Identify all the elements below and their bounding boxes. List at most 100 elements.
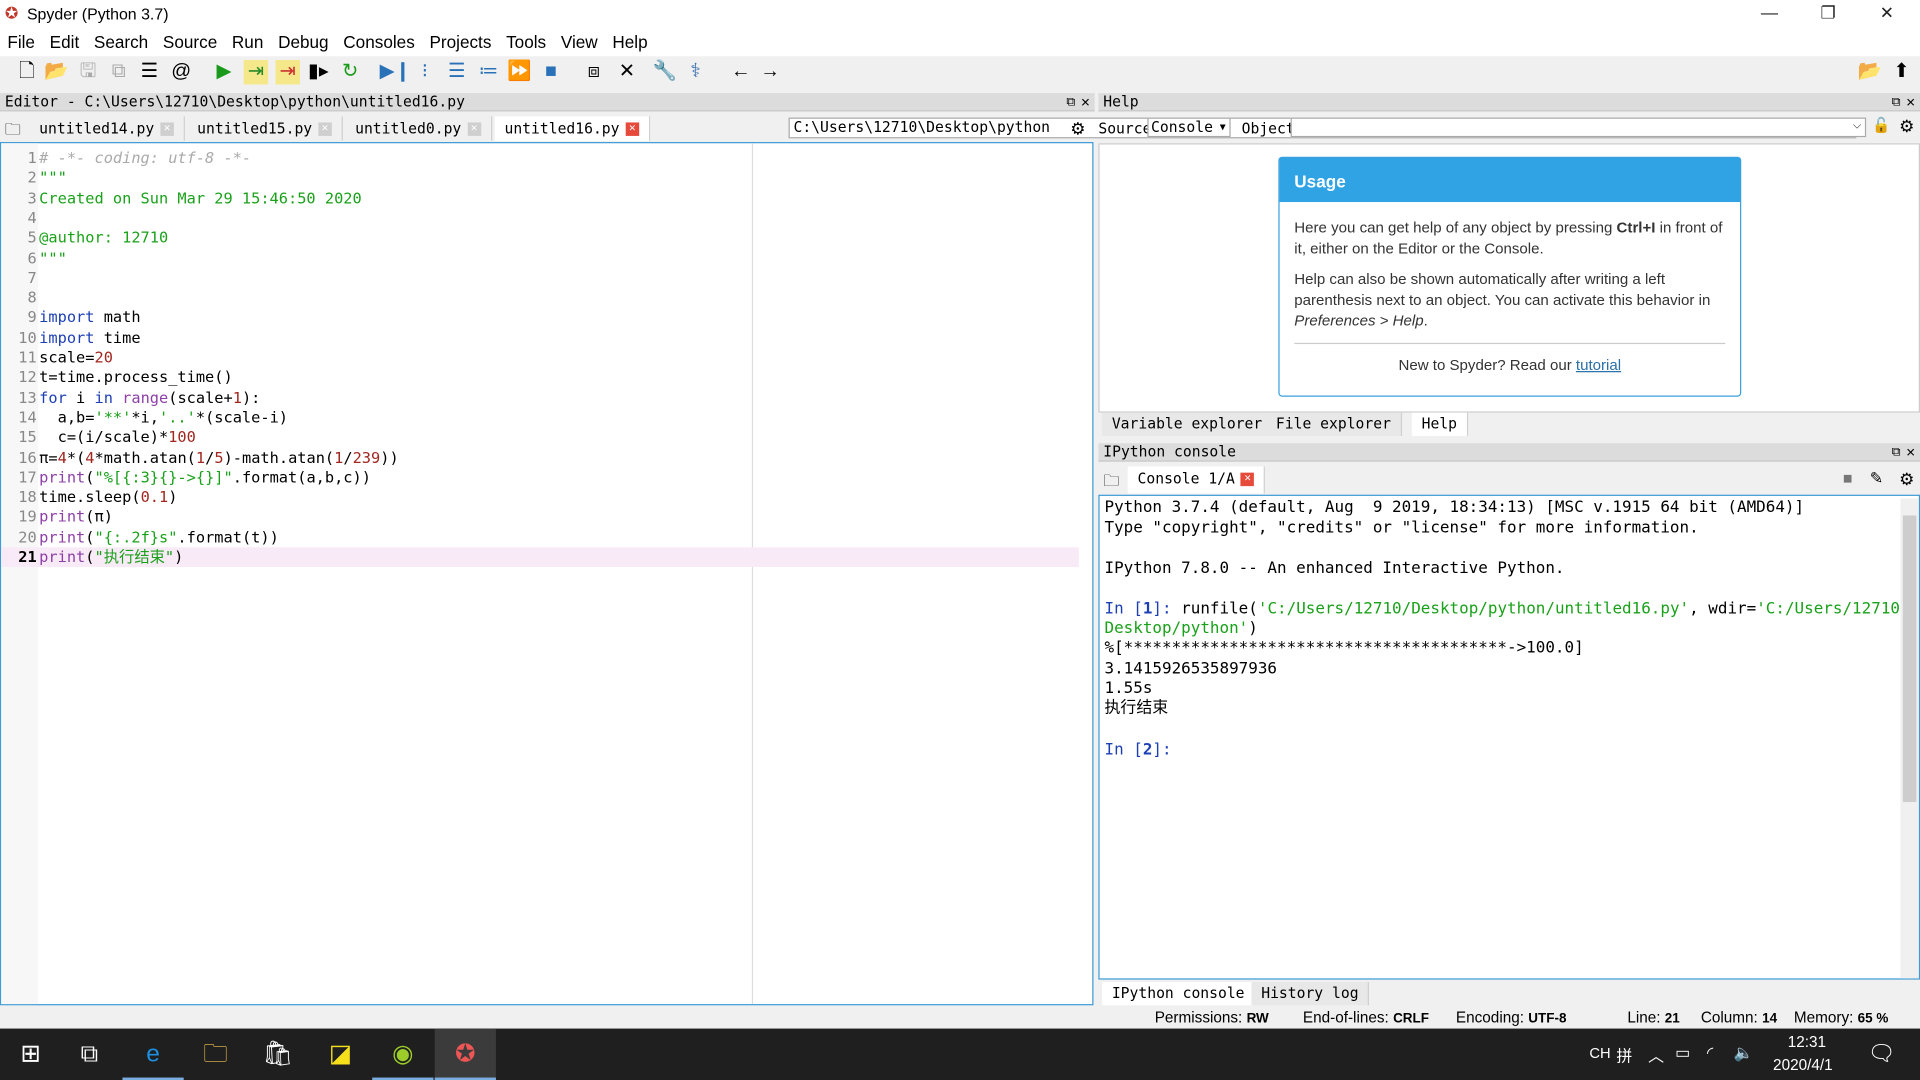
code-line[interactable]: 11 scale=20: [1, 348, 1079, 368]
stop-icon[interactable]: ■: [1843, 469, 1853, 487]
chevron-up-icon[interactable]: ︿: [1648, 1043, 1664, 1066]
tab-console-1a[interactable]: Console 1/A ✕: [1127, 466, 1266, 494]
close-tab-icon[interactable]: ✕: [467, 122, 481, 136]
menu-edit[interactable]: Edit: [42, 29, 86, 52]
run-cell-advance-icon[interactable]: ⇥: [275, 60, 301, 85]
step-icon[interactable]: ⁝: [413, 60, 437, 84]
ipython-console[interactable]: Python 3.7.4 (default, Aug 9 2019, 18:34…: [1098, 494, 1920, 980]
close-pane-icon[interactable]: ✕: [1906, 93, 1915, 111]
code-line[interactable]: 21 print("执行结束"): [1, 547, 1079, 568]
undock-icon[interactable]: ⧉: [1892, 443, 1901, 461]
code-line[interactable]: 13 for i in range(scale+1):: [1, 388, 1079, 408]
clear-console-icon[interactable]: ✎: [1870, 469, 1883, 489]
input-2[interactable]: In [2]:: [1104, 741, 1181, 761]
at-icon[interactable]: @: [169, 60, 193, 84]
code-line[interactable]: 1 # -*- coding: utf-8 -*-: [1, 148, 1079, 168]
stop-icon[interactable]: ■: [539, 60, 563, 84]
code-line[interactable]: 14 a,b='**'*i,'..'*(scale-i): [1, 408, 1079, 428]
close-tab-icon[interactable]: ✕: [625, 122, 640, 136]
maximize-pane-icon[interactable]: ⧈: [582, 60, 606, 84]
code-line[interactable]: 16 π=4*(4*math.atan(1/5)-math.atan(1/239)…: [1, 448, 1079, 468]
lock-icon[interactable]: 🔓: [1872, 116, 1890, 133]
menu-consoles[interactable]: Consoles: [336, 29, 422, 52]
task-view-icon[interactable]: ⧉: [59, 1029, 120, 1080]
menu-source[interactable]: Source: [156, 29, 225, 52]
tab-file-explorer[interactable]: File explorer: [1266, 412, 1402, 436]
code-line[interactable]: 7: [1, 268, 1079, 288]
file-explorer-icon[interactable]: 🗀: [185, 1029, 246, 1080]
code-line[interactable]: 12 t=time.process_time(): [1, 368, 1079, 388]
run-cell-icon[interactable]: ⇥: [243, 60, 269, 85]
outline-icon[interactable]: ☰: [137, 60, 161, 84]
debug-icon[interactable]: ▶❙: [380, 60, 411, 84]
close-tab-icon[interactable]: ✕: [160, 122, 174, 136]
store-icon[interactable]: 🛍: [247, 1029, 308, 1080]
edge-browser-icon[interactable]: e: [122, 1029, 184, 1080]
back-icon[interactable]: ←: [729, 60, 753, 84]
undock-icon[interactable]: ⧉: [1892, 93, 1901, 111]
run-selection-icon[interactable]: ▮▸: [306, 60, 330, 84]
console-scrollbar[interactable]: [1900, 498, 1919, 979]
menu-debug[interactable]: Debug: [271, 29, 336, 52]
run-icon[interactable]: ▶: [212, 60, 236, 84]
tutorial-link[interactable]: tutorial: [1576, 356, 1621, 373]
open-file-icon[interactable]: 📂: [44, 60, 68, 84]
scrollbar-thumb[interactable]: [1902, 515, 1917, 803]
menu-help[interactable]: Help: [605, 29, 655, 52]
menu-run[interactable]: Run: [225, 29, 271, 52]
code-line[interactable]: 8: [1, 288, 1079, 308]
close-tab-icon[interactable]: ✕: [1241, 472, 1255, 487]
clock-date[interactable]: 2020/4/1: [1773, 1057, 1833, 1074]
code-line[interactable]: 20 print("{:.2f}s".format(t)): [1, 527, 1079, 547]
menu-projects[interactable]: Projects: [422, 29, 499, 52]
close-pane-icon[interactable]: ✕: [1081, 93, 1090, 111]
code-line[interactable]: 15 c=(i/scale)*100: [1, 428, 1079, 448]
ime-indicator[interactable]: 拼: [1616, 1043, 1632, 1066]
re-run-icon[interactable]: ↻: [338, 60, 362, 84]
language-indicator[interactable]: CH: [1589, 1044, 1610, 1061]
object-input[interactable]: ⌵: [1290, 117, 1867, 138]
battery-icon[interactable]: ▭: [1675, 1043, 1690, 1063]
wifi-icon[interactable]: ◜: [1707, 1043, 1713, 1063]
windows-start-icon[interactable]: ⊞: [0, 1029, 61, 1080]
code-line[interactable]: 9 import math: [1, 308, 1079, 328]
python-path-icon[interactable]: ⚕: [683, 60, 707, 84]
continue-icon[interactable]: ⏩: [507, 60, 531, 84]
gear-icon[interactable]: ⚙: [1899, 116, 1914, 137]
code-line[interactable]: 17 print("%[{:3}{}->{}]".format(a,b,c)): [1, 468, 1079, 488]
preferences-icon[interactable]: 🔧: [653, 60, 677, 84]
parent-dir-icon[interactable]: ⬆: [1889, 60, 1913, 84]
menu-file[interactable]: File: [0, 29, 42, 52]
notification-icon[interactable]: 🗨: [1867, 1041, 1895, 1067]
code-line[interactable]: 2 """: [1, 168, 1079, 188]
code-editor[interactable]: 1 # -*- coding: utf-8 -*- 2 """ 3 Created on …: [0, 142, 1094, 1006]
browse-icon[interactable]: 📂: [1858, 60, 1882, 84]
tab-untitled15[interactable]: untitled15.py ✕: [187, 116, 343, 141]
tab-help[interactable]: Help: [1411, 412, 1469, 436]
code-line[interactable]: 6 """: [1, 248, 1079, 268]
sticky-notes-icon[interactable]: ◪: [310, 1029, 371, 1080]
tab-variable-explorer[interactable]: Variable explorer: [1102, 412, 1274, 436]
code-line[interactable]: 5 @author: 12710: [1, 228, 1079, 248]
browse-tabs-icon[interactable]: 🗀: [1103, 470, 1119, 497]
tab-ipython-console[interactable]: IPython console: [1102, 982, 1256, 1006]
undock-icon[interactable]: ⧉: [1066, 93, 1075, 111]
code-line[interactable]: 18 time.sleep(0.1): [1, 487, 1079, 507]
source-select[interactable]: Console ▼: [1147, 117, 1231, 138]
save-all-icon[interactable]: ⧉: [107, 60, 131, 84]
gear-icon[interactable]: ⚙: [1070, 119, 1085, 140]
tab-untitled0[interactable]: untitled0.py ✕: [345, 116, 492, 141]
menu-search[interactable]: Search: [87, 29, 156, 52]
menu-view[interactable]: View: [553, 29, 605, 52]
anaconda-icon[interactable]: ◉: [372, 1029, 434, 1080]
tab-untitled14[interactable]: untitled14.py ✕: [29, 116, 185, 141]
code-line[interactable]: 10 import time: [1, 328, 1079, 348]
tab-history-log[interactable]: History log: [1251, 982, 1370, 1006]
volume-icon[interactable]: 🔈: [1734, 1043, 1754, 1063]
menu-tools[interactable]: Tools: [499, 29, 554, 52]
maximize-button[interactable]: ❐: [1810, 2, 1847, 23]
fullscreen-icon[interactable]: ✕: [615, 60, 639, 84]
save-icon[interactable]: 🖫: [76, 60, 100, 84]
forward-icon[interactable]: →: [758, 60, 782, 84]
gear-icon[interactable]: ⚙: [1899, 469, 1914, 490]
